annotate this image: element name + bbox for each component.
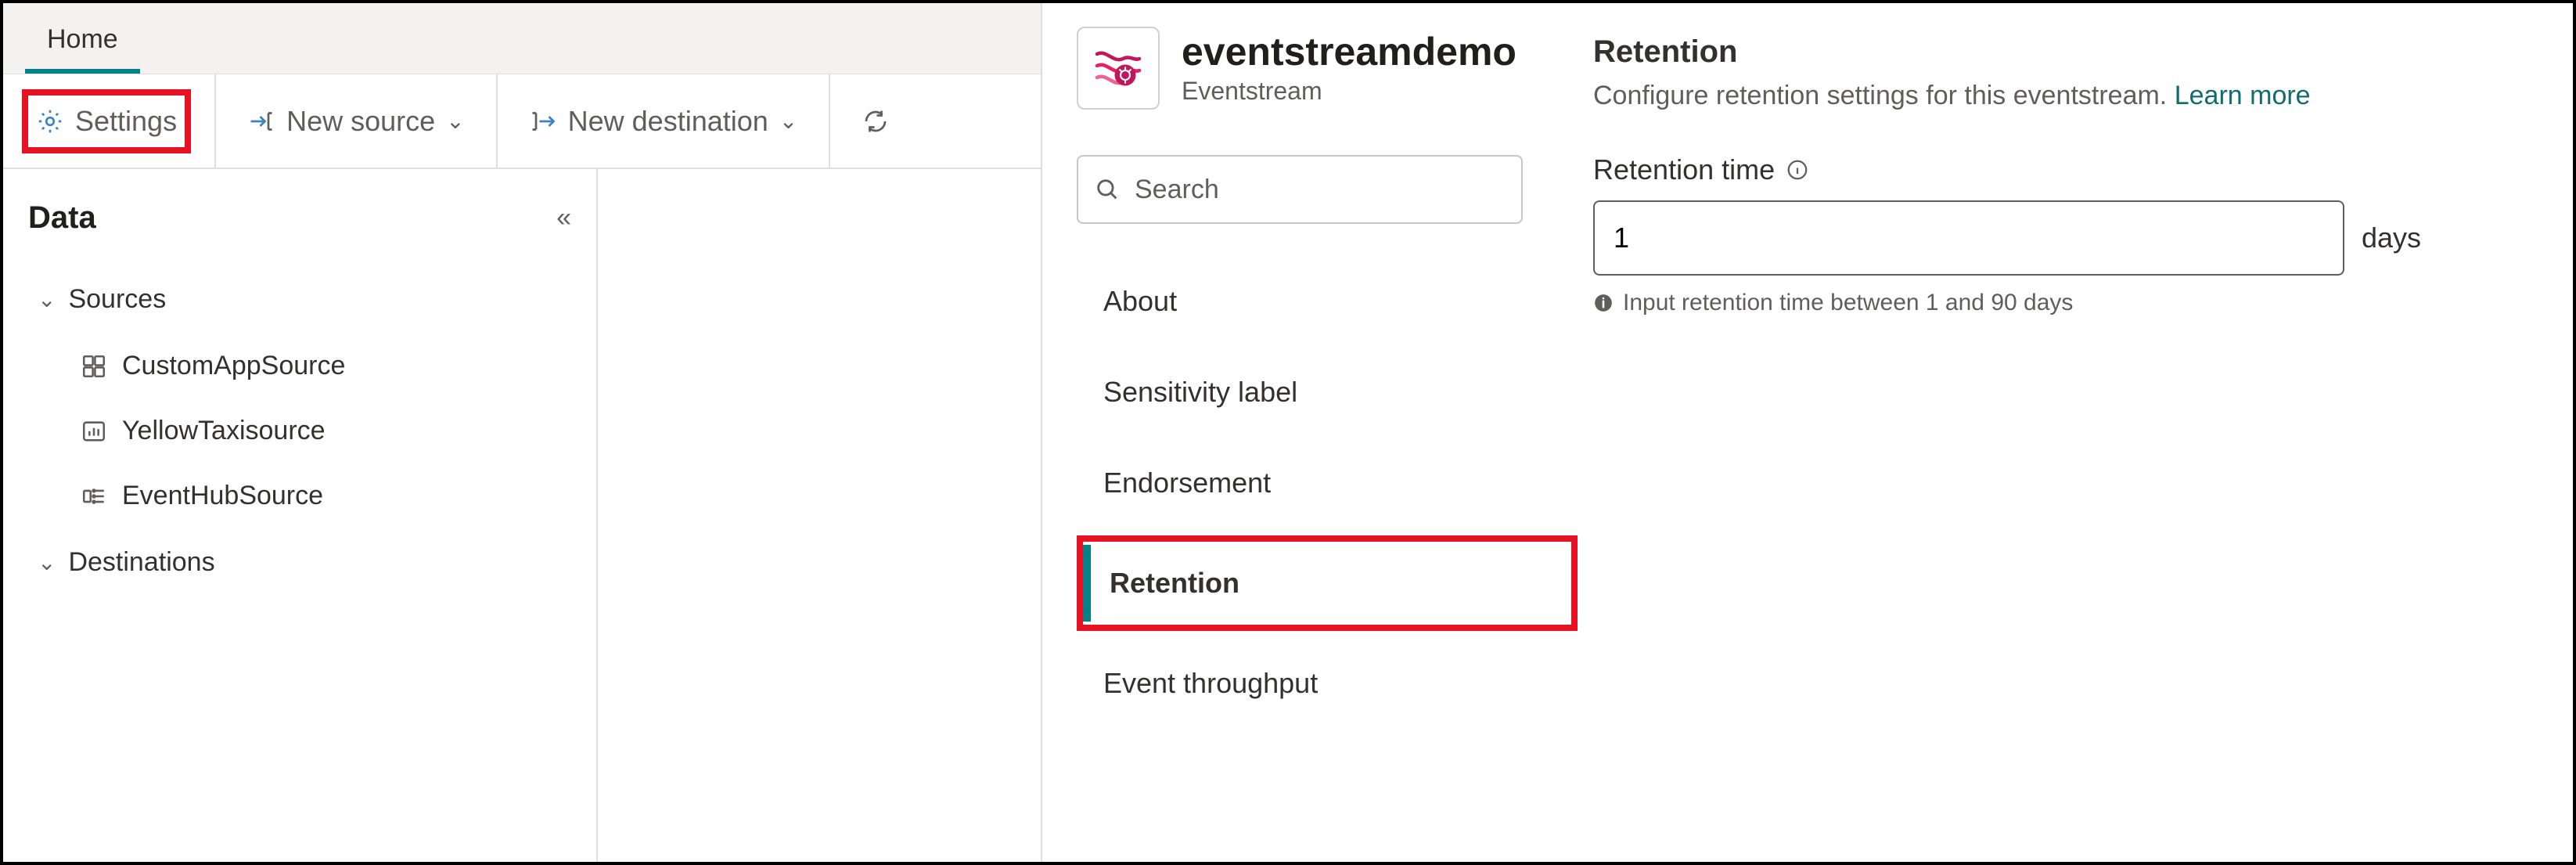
nav-endorsement[interactable]: Endorsement [1077,445,1578,521]
chevron-down-icon: ⌄ [38,550,56,575]
refresh-icon [862,107,890,135]
settings-label: Settings [75,105,177,138]
sources-label: Sources [68,284,166,315]
panel-subtitle: Eventstream [1182,77,1516,106]
sources-group-header[interactable]: ⌄ Sources [22,265,577,333]
nav-retention[interactable]: Retention [1083,545,1527,622]
new-source-button[interactable]: New source ⌄ [239,96,473,147]
eventstream-icon [1077,27,1160,110]
refresh-button[interactable] [854,98,898,145]
sidebar-title: Data [28,200,96,236]
info-solid-icon [1593,293,1614,313]
source-item[interactable]: EventHubSource [64,463,577,528]
section-title: Retention [1593,34,2538,70]
unit-label: days [2362,222,2421,254]
nav-sensitivity-label[interactable]: Sensitivity label [1077,354,1578,431]
nav-event-throughput[interactable]: Event throughput [1077,645,1578,722]
arrow-out-icon [529,107,557,135]
new-destination-label: New destination [568,105,768,138]
source-item[interactable]: CustomAppSource [64,333,577,398]
settings-panel: eventstreamdemo Eventstream About Sensit… [1042,3,2573,862]
source-name: YellowTaxisource [122,416,326,446]
new-source-label: New source [286,105,435,138]
nav-about[interactable]: About [1077,263,1578,340]
destinations-label: Destinations [68,547,214,578]
tab-home[interactable]: Home [25,10,140,74]
section-description: Configure retention settings for this ev… [1593,81,2538,111]
retention-time-input[interactable] [1593,200,2344,276]
retention-time-label: Retention time [1593,153,1775,186]
chevron-down-icon: ⌄ [779,108,797,134]
learn-more-link[interactable]: Learn more [2175,81,2311,110]
search-icon [1094,176,1121,203]
toolbar: Settings New source ⌄ [3,74,1041,169]
source-name: EventHubSource [122,481,323,511]
collapse-icon[interactable]: « [556,203,571,233]
arrow-in-icon [247,107,275,135]
app-window-icon [80,352,108,380]
top-tabs: Home [3,3,1041,74]
hint-text: Input retention time between 1 and 90 da… [1623,290,2073,316]
chevron-down-icon: ⌄ [446,108,464,134]
search-input[interactable] [1077,155,1523,224]
info-icon[interactable] [1786,158,1809,182]
gear-icon [36,107,64,135]
chart-icon [80,417,108,445]
event-hub-icon [80,482,108,510]
chevron-down-icon: ⌄ [38,287,56,312]
settings-button[interactable]: Settings [22,89,191,153]
panel-title: eventstreamdemo [1182,31,1516,74]
source-item[interactable]: YellowTaxisource [64,398,577,463]
source-name: CustomAppSource [122,351,345,381]
new-destination-button[interactable]: New destination ⌄ [521,96,806,147]
data-sidebar: Data « ⌄ Sources CustomAppSource [3,169,598,862]
canvas-area [598,169,1041,862]
destinations-group-header[interactable]: ⌄ Destinations [22,528,577,596]
